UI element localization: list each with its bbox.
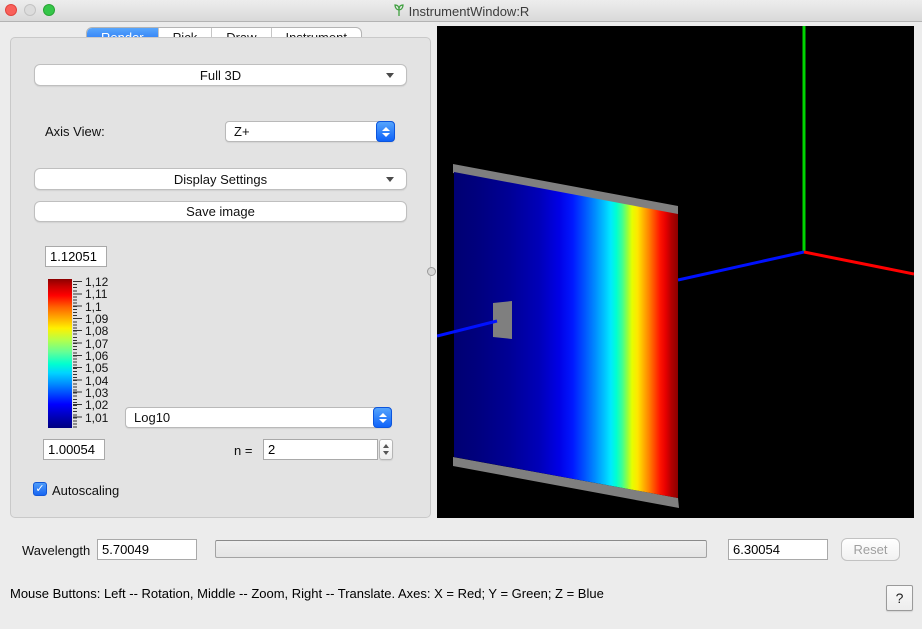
display-settings-label: Display Settings [174,172,267,187]
wavelength-slider[interactable] [215,540,707,558]
stepper-icon[interactable] [373,407,392,428]
spin-up-icon [383,444,389,448]
help-button-label: ? [896,590,904,606]
status-message: Mouse Buttons: Left -- Rotation, Middle … [10,586,604,601]
axis-view-value: Z+ [234,124,250,139]
splitter-handle[interactable] [427,267,436,276]
colorbar-tick-label: 1,02 [85,399,125,411]
reset-button[interactable]: Reset [841,538,900,561]
instrument-3d-viewport[interactable] [437,26,914,518]
n-power-field[interactable] [263,439,378,460]
n-power-stepper[interactable] [379,439,393,460]
autoscaling-label: Autoscaling [52,483,119,498]
wavelength-label: Wavelength [22,543,90,558]
z-axis-line [678,252,804,280]
colorbar-tick-label: 1,05 [85,362,125,374]
wavelength-min-field[interactable] [97,539,197,560]
window-title: InstrumentWindow:R [409,4,530,19]
colorbar-tick-label: 1,11 [85,288,125,300]
colorbar-tick-label: 1,01 [85,412,125,424]
colorbar-min-field[interactable] [43,439,105,460]
colorbar-gradient[interactable] [48,279,72,428]
projection-dropdown-label: Full 3D [200,68,241,83]
projection-dropdown[interactable]: Full 3D [34,64,407,86]
display-settings-dropdown[interactable]: Display Settings [34,168,407,190]
save-image-label: Save image [186,204,255,219]
stepper-icon[interactable] [376,121,395,142]
detector-bank [454,172,678,498]
reset-button-label: Reset [854,542,888,557]
mantid-icon [393,3,405,20]
instrument-3d-scene [437,26,914,518]
scale-type-select[interactable]: Log10 [125,407,392,428]
wavelength-max-field[interactable] [728,539,828,560]
title-bar: InstrumentWindow:R [0,0,922,22]
colorbar-tick-label: 1,08 [85,325,125,337]
chevron-down-icon [386,73,394,78]
spin-down-icon [383,451,389,455]
save-image-button[interactable]: Save image [34,201,407,222]
autoscaling-checkbox[interactable]: ✓ [33,482,47,496]
axis-view-select[interactable]: Z+ [225,121,395,142]
axis-view-label: Axis View: [45,124,105,139]
chevron-down-icon [386,177,394,182]
x-axis-line [804,252,914,274]
colorbar-max-field[interactable] [45,246,107,267]
help-button[interactable]: ? [886,585,913,611]
scale-type-value: Log10 [134,410,170,425]
n-label: n = [234,443,252,458]
colorbar-ticks [73,281,82,428]
colorbar-tick-labels: 1,12 1,11 1,1 1,09 1,08 1,07 1,06 1,05 1… [85,276,125,424]
